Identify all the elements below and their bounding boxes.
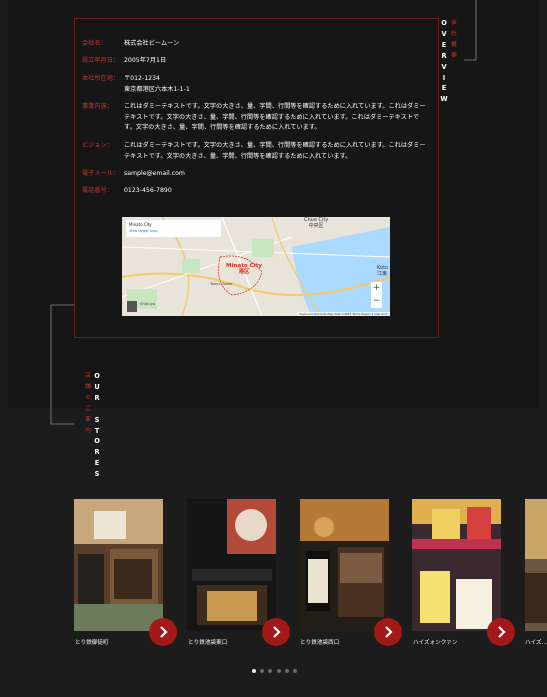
info-label: ビジョン： — [82, 142, 113, 149]
overview-title-letter: O — [441, 19, 447, 27]
info-value: これはダミーテキストです。文字の大きさ、量、字間、行間等を確認するために入れてい… — [124, 142, 426, 160]
email-link[interactable]: sample@email.com — [124, 169, 427, 180]
overview-subtitle-letter: 要 — [451, 52, 457, 59]
overview-subtitle-letter: 概 — [451, 41, 457, 48]
stores-title-letter: O — [94, 372, 100, 380]
store-name: ハイズ… — [525, 640, 547, 646]
stores-title-letter: S — [94, 415, 100, 424]
store-card-ikebukuro-west[interactable] — [300, 499, 389, 631]
stores-subtitle-letter: 案 — [85, 416, 91, 423]
info-label: 事業内容： — [82, 103, 113, 110]
chevron-right-icon — [498, 626, 506, 638]
overview-title-letter: I — [442, 73, 446, 82]
pagination-dot[interactable] — [252, 669, 256, 673]
stores-title-letter: T — [94, 426, 100, 435]
overview-title-letter: V — [441, 29, 447, 38]
info-value: 株式会社ビームーン — [124, 40, 180, 47]
pagination-dot[interactable] — [276, 669, 281, 673]
pagination-dot[interactable] — [260, 669, 265, 673]
stores-title-letter: R — [94, 448, 100, 457]
overview-subtitle-letter: 会 — [451, 20, 457, 26]
info-label: 会社名： — [82, 40, 107, 47]
stores-title-letter: S — [94, 470, 100, 479]
store-arrow-button[interactable] — [149, 618, 177, 646]
store-photo — [412, 499, 501, 631]
pagination-dot[interactable] — [284, 669, 289, 673]
store-name: とり鉄池袋東口 — [188, 640, 228, 646]
stores-subtitle-letter: 内 — [85, 427, 91, 434]
map-pegman-icon[interactable] — [127, 301, 137, 312]
store-card-okachimachi[interactable] — [74, 499, 163, 631]
phone-link[interactable]: 0123-456-7890 — [124, 186, 427, 197]
info-value-line2: 東京都港区六本木1-1-1 — [124, 85, 190, 93]
map-zoom-in-button[interactable]: + — [371, 282, 382, 295]
store-name: とり鉄池袋西口 — [300, 640, 340, 646]
overview-title-letter: W — [440, 95, 448, 104]
stores-subtitle-letter: ご — [85, 405, 91, 412]
info-value: 2005年7月1日 — [124, 57, 167, 64]
store-card-haizonkwan[interactable] — [412, 499, 501, 631]
stores-subtitle-letter: 舗 — [85, 383, 91, 390]
overview-title-letter: E — [441, 84, 447, 93]
stores-bracket-decoration — [50, 304, 74, 425]
embedded-map[interactable]: Minato City View larger map Minato City 港… — [122, 217, 390, 316]
store-arrow-button[interactable] — [262, 618, 290, 646]
map-label-shibuya: Shibuya — [140, 301, 156, 306]
view-larger-map-link[interactable]: View larger map — [129, 229, 218, 233]
map-zoom-out-button[interactable]: − — [371, 295, 382, 308]
info-label: 電子メール： — [82, 170, 120, 177]
overview-bracket-decoration — [464, 0, 477, 61]
info-label: 本社所在地： — [82, 75, 120, 82]
info-label: 電話番号： — [82, 187, 113, 194]
store-photo — [187, 499, 276, 631]
map-label-koto: Koto 江東 — [377, 265, 389, 277]
overview-subtitle-letter: 社 — [451, 30, 457, 37]
store-arrow-button[interactable] — [374, 618, 402, 646]
pagination-dot[interactable] — [268, 669, 273, 673]
store-photo — [300, 499, 389, 631]
chevron-right-icon — [273, 626, 281, 638]
chevron-right-icon — [160, 626, 168, 638]
pagination-dot[interactable] — [293, 669, 297, 673]
stores-title-letter: U — [94, 382, 100, 391]
store-name: とり鉄御徒町 — [75, 640, 109, 646]
stores-title-letter: E — [94, 459, 100, 468]
overview-title-letter: R — [441, 51, 447, 60]
store-name: ハイズォンクァン — [413, 640, 458, 646]
stores-subtitle-letter: 店 — [85, 373, 91, 379]
stores-subtitle-letter: の — [85, 394, 91, 401]
overview-title-letter: E — [441, 40, 447, 49]
info-label: 設立年月日： — [82, 57, 120, 64]
info-value: これはダミーテキストです。文字の大きさ、量、字間、行間等を確認するために入れてい… — [124, 103, 426, 131]
overview-title-letter: V — [441, 62, 447, 71]
stores-title-letter: O — [94, 437, 100, 446]
store-arrow-button[interactable] — [487, 618, 515, 646]
map-label-minato: Minato City 港区 — [226, 263, 263, 275]
map-info-card: Minato City View larger map — [126, 220, 221, 237]
map-zoom-control: + − — [371, 282, 382, 308]
map-footer: Keyboard shortcuts Map data ©2023 Terms … — [297, 312, 390, 316]
stores-title-letter: R — [94, 393, 100, 402]
store-photo — [525, 499, 547, 631]
map-label-tokyo-tower: Tokyo Tower — [210, 281, 233, 286]
map-label-chuo: Chuo City 中央区 — [304, 217, 329, 229]
store-card-ikebukuro-east[interactable] — [187, 499, 276, 631]
info-value: 〒012-1234 — [124, 75, 160, 82]
store-photo — [74, 499, 163, 631]
chevron-right-icon — [385, 626, 393, 638]
store-card-partial[interactable] — [525, 499, 547, 631]
map-place-name: Minato City — [129, 222, 152, 227]
